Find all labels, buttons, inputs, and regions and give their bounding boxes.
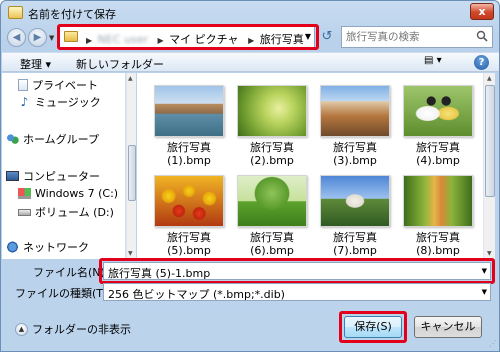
- hide-folders-toggle[interactable]: ▲ フォルダーの非表示: [15, 321, 131, 337]
- thumbnail-tulips: [154, 175, 224, 227]
- nav-item-label: プライベート: [32, 79, 98, 92]
- file-item[interactable]: 旅行写真 (4).bmp: [398, 79, 478, 169]
- nav-item-label: コンピューター: [23, 170, 100, 183]
- chevron-right-icon[interactable]: ▶: [86, 36, 92, 45]
- navigation-scrollbar[interactable]: ▲ ▼: [126, 73, 136, 259]
- thumbnail-mountain-house: [320, 85, 390, 137]
- breadcrumb: ▶ NEC user ▶ マイ ピクチャ ▶ 旅行写真: [82, 31, 306, 47]
- refresh-icon[interactable]: ↺: [319, 29, 335, 45]
- file-item[interactable]: 旅行写真 (5).bmp: [149, 169, 229, 259]
- chevron-right-icon[interactable]: ▶: [158, 36, 164, 45]
- thumbnail-green-branch: [237, 85, 307, 137]
- scroll-up-icon[interactable]: ▲: [128, 75, 133, 82]
- nav-item-label: ミュージック: [35, 96, 101, 109]
- back-button[interactable]: ◀: [7, 28, 26, 47]
- file-item[interactable]: 旅行写真 (8).bmp: [398, 169, 478, 259]
- file-list-scrollbar[interactable]: ▲ ▼: [483, 73, 495, 259]
- file-list: 旅行写真 (1).bmp 旅行写真 (2).bmp 旅行写真 (3).bmp 旅行写真…: [137, 73, 483, 259]
- file-item[interactable]: 旅行写真 (2).bmp: [232, 79, 312, 169]
- nav-item-c-drive[interactable]: Windows 7 (C:): [18, 185, 118, 201]
- save-as-dialog: 名前を付けて保存 x ◀ ▶ ▼ ▶ NEC user ▶ マイ ピクチャ ▶ …: [0, 0, 500, 352]
- network-icon: [6, 241, 19, 253]
- scrollbar-thumb[interactable]: [128, 145, 136, 201]
- scroll-up-icon[interactable]: ▲: [487, 75, 492, 82]
- save-dialog-icon: [8, 6, 23, 19]
- nav-item-d-drive[interactable]: ボリューム (D:): [18, 204, 114, 220]
- title-bar: 名前を付けて保存 x: [1, 1, 499, 25]
- file-name: 旅行写真 (5).bmp: [167, 231, 211, 257]
- nav-item-label: ボリューム (D:): [35, 206, 114, 219]
- filetype-select[interactable]: 256 色ビットマップ (*.bmp;*.dib) ▼: [103, 283, 491, 301]
- file-item[interactable]: 旅行写真 (6).bmp: [232, 169, 312, 259]
- breadcrumb-my-pictures[interactable]: マイ ピクチャ: [169, 33, 238, 46]
- breadcrumb-travel-photos[interactable]: 旅行写真: [260, 33, 304, 46]
- windows-drive-icon: [18, 187, 31, 199]
- search-input[interactable]: [346, 28, 471, 46]
- resize-grip-icon[interactable]: ⋰: [489, 339, 497, 348]
- nav-item-private[interactable]: プライベート: [18, 77, 98, 93]
- file-name: 旅行写真 (2).bmp: [250, 141, 294, 167]
- thumbnail-canal: [154, 85, 224, 137]
- organize-menu[interactable]: 整理 ▾: [20, 56, 51, 72]
- file-name: 旅行写真 (7).bmp: [333, 231, 377, 257]
- document-icon: [18, 79, 28, 91]
- help-icon[interactable]: ?: [474, 55, 489, 70]
- nav-item-label: Windows 7 (C:): [35, 186, 119, 200]
- thumbnail-autumn-path: [403, 175, 473, 227]
- folder-icon: [64, 31, 78, 42]
- music-note-icon: ♪: [20, 95, 29, 109]
- nav-item-computer[interactable]: コンピューター: [6, 168, 100, 184]
- window-title: 名前を付けて保存: [28, 8, 116, 21]
- chevron-right-icon[interactable]: ▶: [248, 36, 254, 45]
- view-options-button[interactable]: ▤ ▾: [424, 55, 452, 70]
- drive-icon: [18, 208, 31, 216]
- cancel-button[interactable]: キャンセル: [414, 316, 482, 338]
- nav-item-label: ネットワーク: [23, 241, 89, 254]
- save-button[interactable]: 保存(S): [344, 316, 402, 338]
- hide-folders-label: フォルダーの非表示: [32, 323, 131, 336]
- search-icon[interactable]: [476, 30, 488, 42]
- command-bar: 整理 ▾ 新しいフォルダー ▤ ▾ ?: [2, 52, 499, 72]
- filetype-value: 256 色ビットマップ (*.bmp;*.dib): [108, 288, 285, 301]
- forward-button[interactable]: ▶: [28, 28, 47, 47]
- nav-item-label: ホームグループ: [23, 133, 100, 146]
- file-name: 旅行写真 (1).bmp: [167, 141, 211, 167]
- filetype-label: ファイルの種類(T):: [15, 287, 112, 300]
- chevron-down-icon[interactable]: ▼: [482, 288, 487, 296]
- filename-label: ファイル名(N):: [33, 266, 109, 279]
- chevron-up-icon: ▲: [15, 322, 28, 336]
- close-button[interactable]: x: [470, 3, 494, 20]
- file-item[interactable]: 旅行写真 (7).bmp: [315, 169, 395, 259]
- chevron-down-icon[interactable]: ▼: [305, 32, 311, 41]
- file-name: 旅行写真 (3).bmp: [333, 141, 377, 167]
- filename-value: 旅行写真 (5)-1.bmp: [108, 267, 211, 280]
- chevron-down-icon[interactable]: ▼: [482, 267, 487, 275]
- address-bar[interactable]: ▶ NEC user ▶ マイ ピクチャ ▶ 旅行写真 ▼: [59, 26, 315, 48]
- thumbnail-castle: [320, 175, 390, 227]
- recent-pages-dropdown[interactable]: ▼: [49, 34, 54, 42]
- homegroup-icon: [6, 133, 19, 145]
- computer-icon: [6, 171, 19, 181]
- scroll-down-icon[interactable]: ▼: [487, 250, 492, 257]
- filename-input[interactable]: 旅行写真 (5)-1.bmp ▼: [103, 262, 491, 280]
- breadcrumb-user[interactable]: NEC user: [98, 33, 148, 46]
- file-name: 旅行写真 (6).bmp: [250, 231, 294, 257]
- nav-item-homegroup[interactable]: ホームグループ: [6, 131, 99, 147]
- file-name: 旅行写真 (4).bmp: [416, 141, 460, 167]
- file-item[interactable]: 旅行写真 (3).bmp: [315, 79, 395, 169]
- nav-item-music[interactable]: ♪ ミュージック: [18, 94, 101, 110]
- file-name: 旅行写真 (8).bmp: [416, 231, 460, 257]
- search-box[interactable]: [341, 26, 493, 48]
- thumbnail-ducklings: [403, 85, 473, 137]
- file-item[interactable]: 旅行写真 (1).bmp: [149, 79, 229, 169]
- navigation-pane: プライベート ♪ ミュージック ホームグループ コンピューター Windows …: [2, 73, 126, 259]
- scrollbar-thumb[interactable]: [485, 85, 495, 197]
- nav-item-network[interactable]: ネットワーク: [6, 239, 89, 255]
- scroll-down-icon[interactable]: ▼: [128, 250, 133, 257]
- new-folder-button[interactable]: 新しいフォルダー: [76, 56, 164, 72]
- thumbnail-park-tree: [237, 175, 307, 227]
